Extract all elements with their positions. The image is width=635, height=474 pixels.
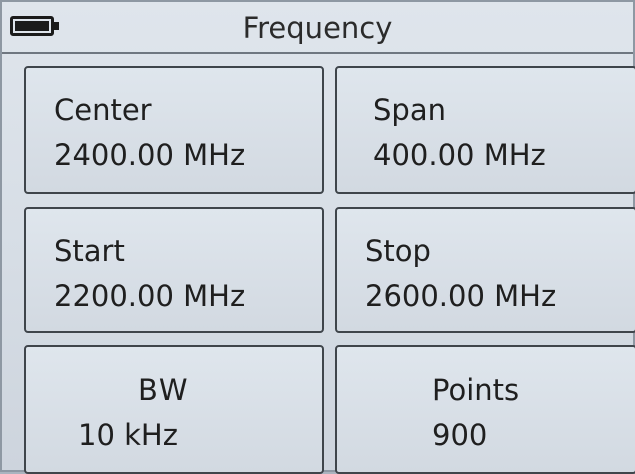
device-screen: Frequency Center 2400.00 MHz Span 400.00… bbox=[0, 0, 635, 474]
start-value: 2200.00 MHz bbox=[54, 279, 246, 313]
points-label: Points bbox=[432, 373, 520, 407]
center-frequency-button[interactable]: Center 2400.00 MHz bbox=[24, 66, 324, 194]
points-value: 900 bbox=[432, 418, 488, 452]
page-title: Frequency bbox=[242, 11, 393, 45]
span-label: Span bbox=[373, 93, 446, 127]
stop-value: 2600.00 MHz bbox=[365, 279, 557, 313]
title-bar: Frequency bbox=[2, 2, 633, 54]
center-value: 2400.00 MHz bbox=[54, 138, 246, 172]
start-label: Start bbox=[54, 234, 125, 268]
span-value: 400.00 MHz bbox=[373, 138, 546, 172]
start-frequency-button[interactable]: Start 2200.00 MHz bbox=[24, 207, 324, 333]
stop-frequency-button[interactable]: Stop 2600.00 MHz bbox=[335, 207, 635, 333]
stop-label: Stop bbox=[365, 234, 431, 268]
center-label: Center bbox=[54, 93, 152, 127]
bandwidth-label: BW bbox=[138, 373, 190, 407]
bandwidth-value: 10 kHz bbox=[78, 418, 178, 452]
span-button[interactable]: Span 400.00 MHz bbox=[335, 66, 635, 194]
bandwidth-button[interactable]: BW 10 kHz bbox=[24, 345, 324, 474]
points-button[interactable]: Points 900 bbox=[335, 345, 635, 474]
